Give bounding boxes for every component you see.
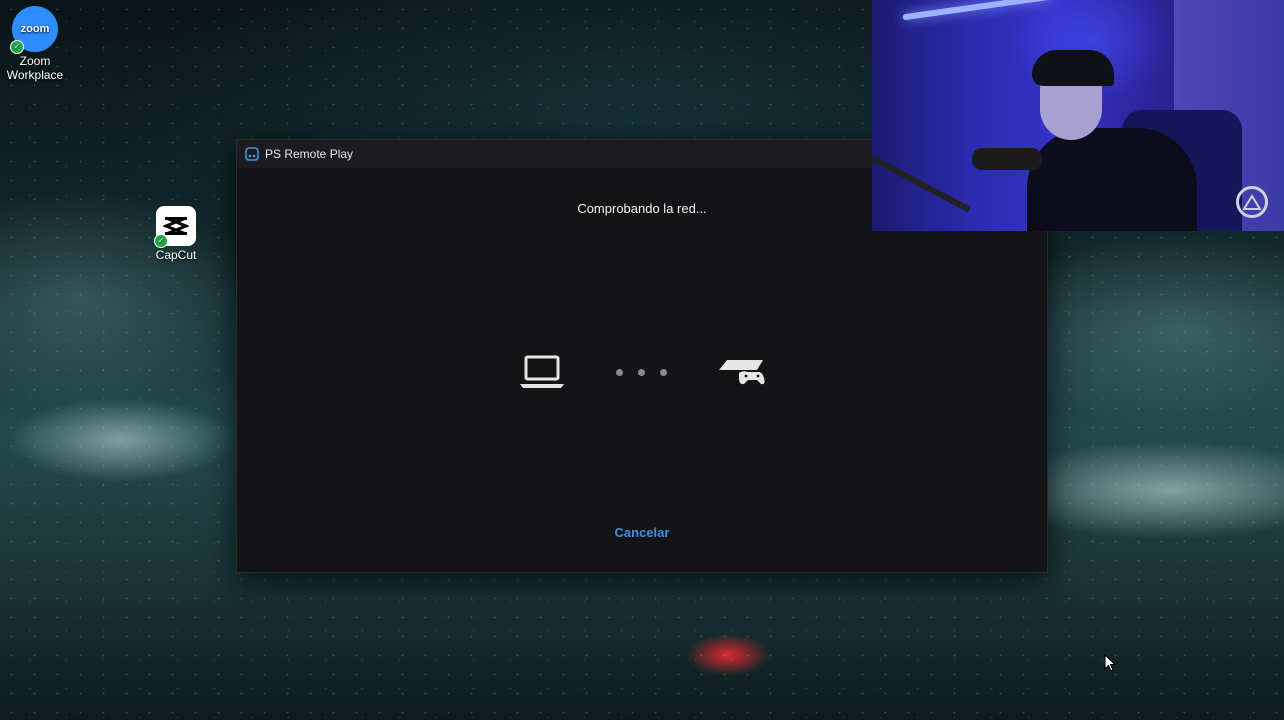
mouse-cursor-icon (1104, 654, 1116, 672)
progress-dot (659, 368, 667, 376)
microphone (972, 148, 1042, 170)
zoom-icon: zoom ✓ (10, 6, 58, 54)
progress-dot (637, 368, 645, 376)
streamer-logo-icon (1236, 186, 1268, 218)
desktop-icon-label: CapCut (155, 248, 197, 262)
ps-console-icon (718, 360, 765, 385)
window-title: PS Remote Play (265, 147, 354, 161)
sync-check-icon: ✓ (10, 40, 24, 54)
desktop-icon-zoom[interactable]: zoom ✓ Zoom Workplace (0, 6, 70, 82)
cancel-button[interactable]: Cancelar (237, 525, 1047, 540)
streamer-cap (1032, 50, 1114, 86)
sync-check-icon: ✓ (154, 234, 168, 248)
laptop-icon (519, 355, 564, 388)
desktop-icon-capcut[interactable]: ✓ CapCut (141, 206, 211, 262)
webcam-overlay (872, 0, 1284, 231)
ps-remote-play-app-icon (245, 147, 259, 161)
capcut-icon: ✓ (154, 206, 196, 248)
desktop-icon-label: Workplace (6, 68, 64, 82)
progress-dot (615, 368, 623, 376)
desktop-icon-label: Zoom (19, 54, 51, 68)
connection-progress (237, 352, 1047, 392)
progress-dots (615, 368, 667, 376)
mic-arm (872, 155, 971, 213)
led-light (902, 0, 1052, 21)
streamer-body (1027, 128, 1197, 231)
